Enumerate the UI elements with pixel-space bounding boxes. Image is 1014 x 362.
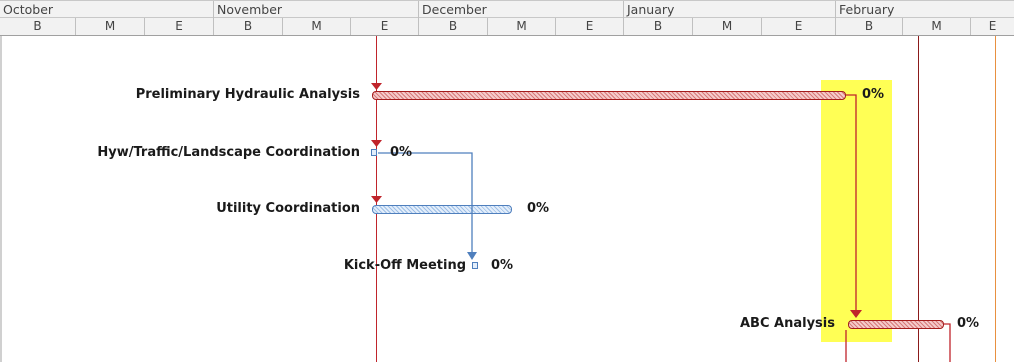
percent-complete-label: 0% [390, 145, 413, 160]
task-label-kick-off-meeting: Kick-Off Meeting [343, 258, 466, 273]
date-marker-arrow [371, 83, 382, 90]
link-line [378, 152, 473, 254]
percent-complete-label: 0% [527, 201, 550, 216]
percent-complete-label: 0% [491, 258, 514, 273]
task-label-abc-analysis: ABC Analysis [740, 316, 835, 331]
task-label-utility-coordination: Utility Coordination [216, 201, 360, 216]
date-marker-arrow [371, 196, 382, 203]
link-arrow [850, 310, 862, 318]
percent-complete-label: 0% [957, 316, 980, 331]
link-arrow [467, 252, 477, 260]
gantt-chart[interactable]: October November December January Februa… [0, 0, 1014, 362]
dependency-links [371, 83, 951, 362]
date-marker-arrow [371, 140, 382, 147]
link-line [944, 323, 951, 362]
task-label-preliminary-hydraulic-analysis: Preliminary Hydraulic Analysis [135, 87, 360, 102]
link-line [846, 94, 857, 312]
task-label-hyw-traffic-landscape-coordination: Hyw/Traffic/Landscape Coordination [97, 145, 360, 160]
percent-complete-label: 0% [862, 87, 885, 102]
